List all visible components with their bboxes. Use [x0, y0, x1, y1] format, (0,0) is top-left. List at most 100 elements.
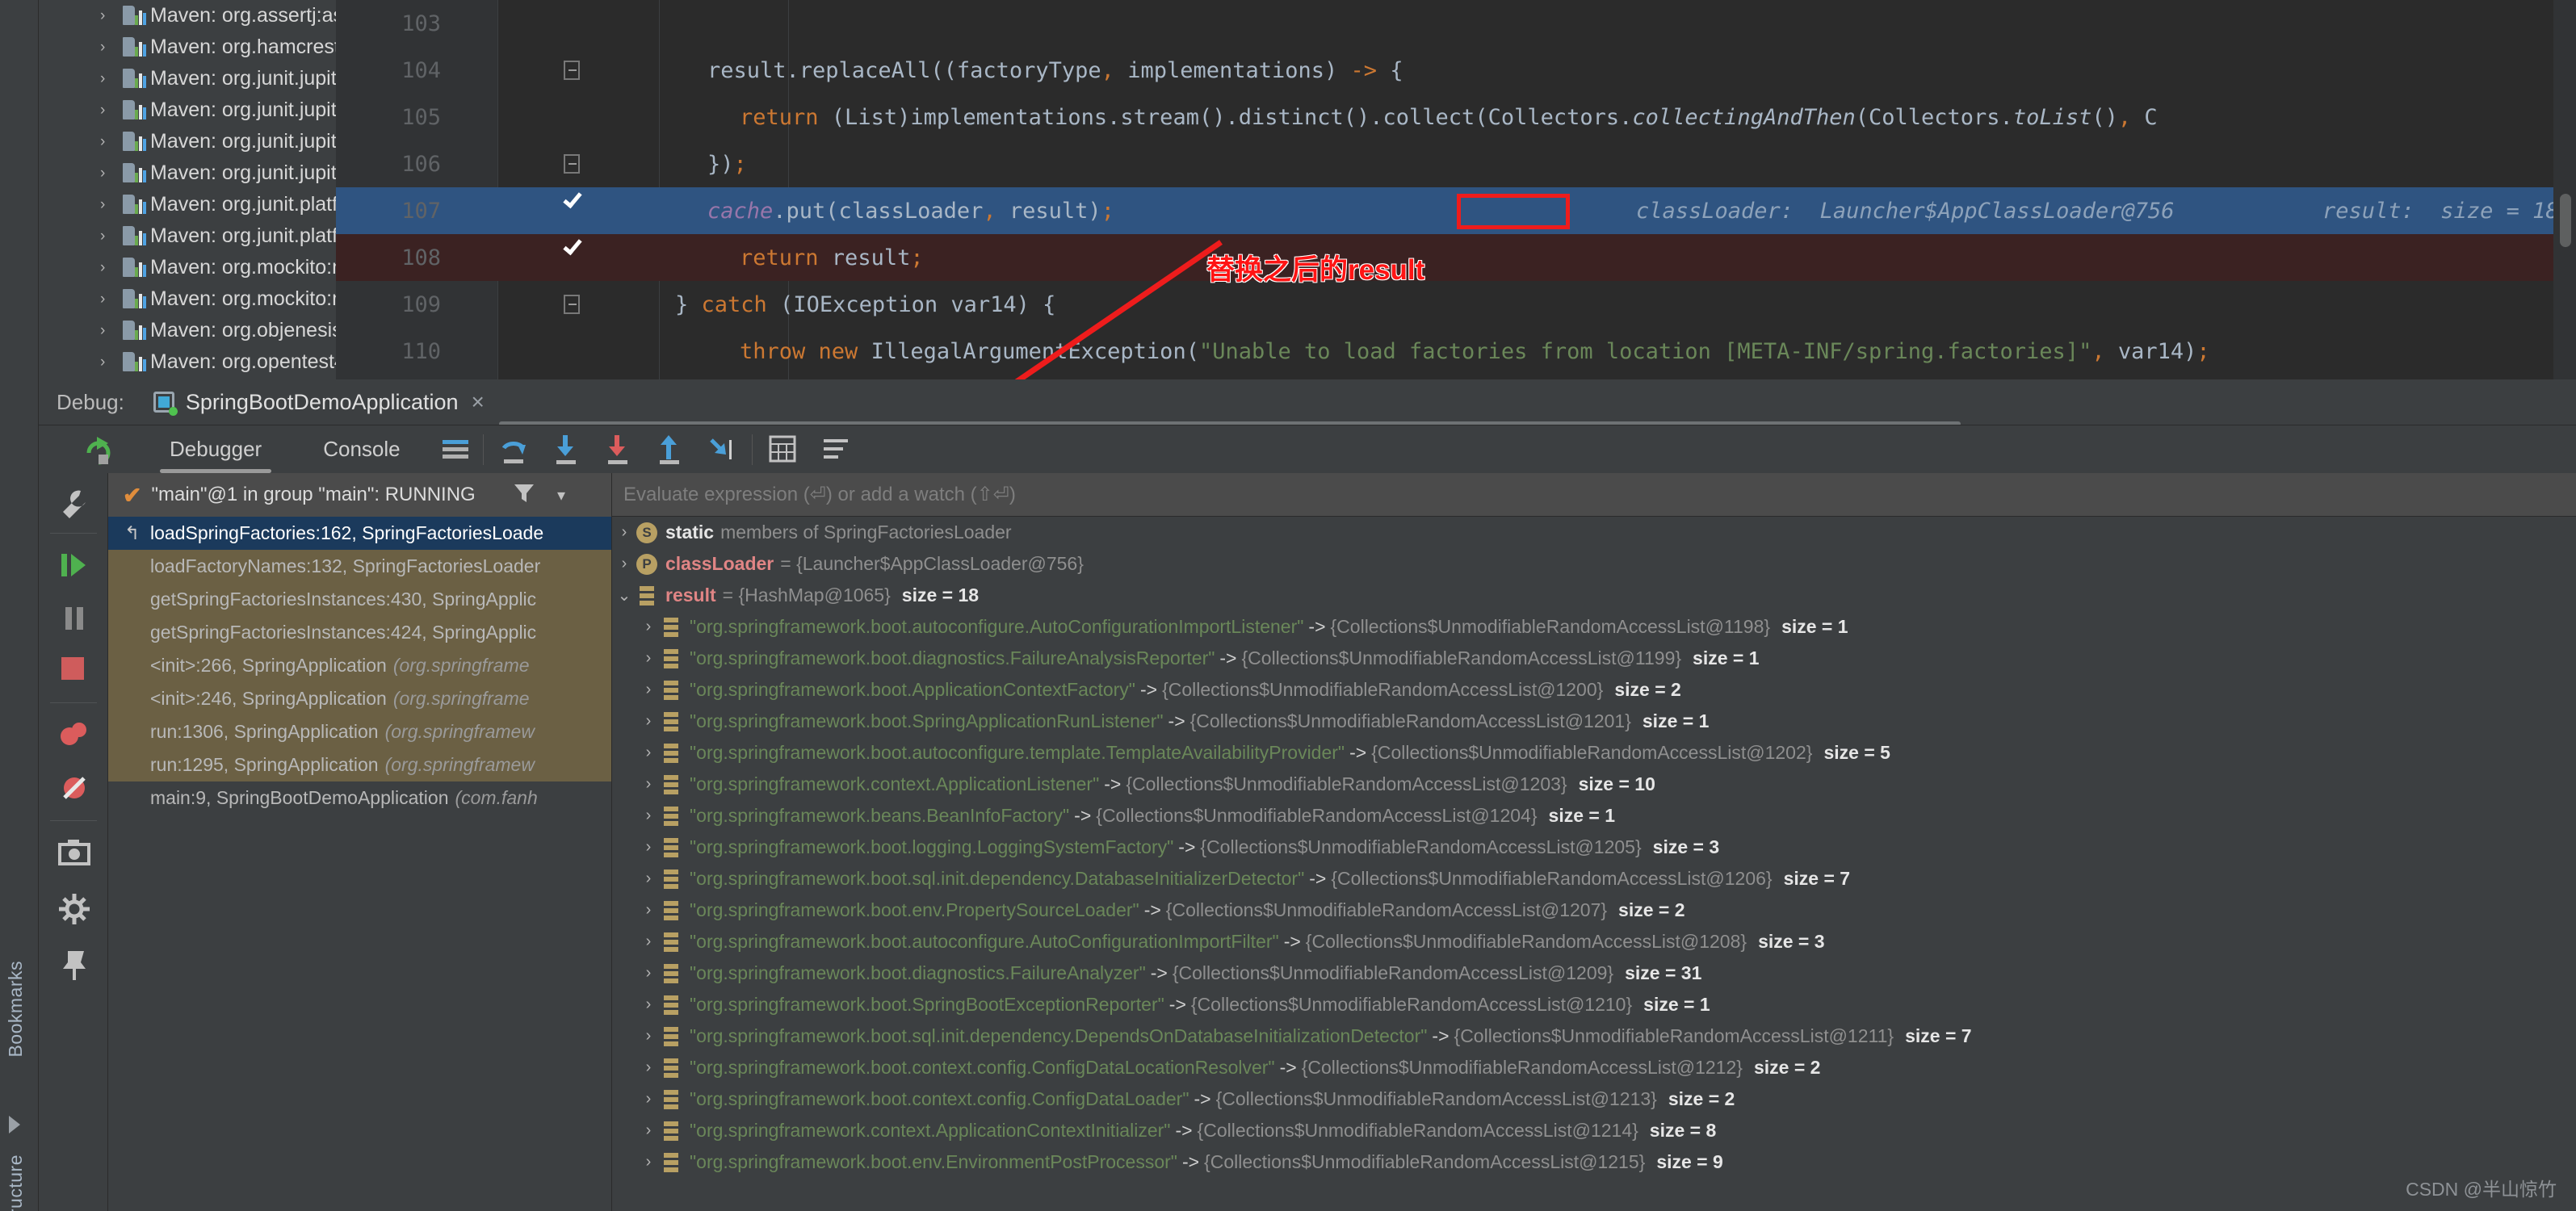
variable-row[interactable]: › PclassLoader = {Launcher$AppClassLoader@…	[612, 548, 2576, 580]
editor-scrollbar-thumb[interactable]	[2560, 194, 2571, 247]
tab-console[interactable]: Console	[318, 437, 405, 462]
debug-tool-window[interactable]: Debug: SpringBootDemoApplication × Debug…	[39, 379, 2576, 1211]
chevron-right-icon[interactable]: ›	[100, 323, 113, 338]
variable-row[interactable]: › Sstatic members of SpringFactoriesLoader	[612, 517, 2576, 548]
breakpoint-verified-icon[interactable]	[556, 188, 583, 224]
variable-row[interactable]: › "org.springframework.beans.BeanInfoFact…	[612, 800, 2576, 832]
code-line-107[interactable]: 107 cache.put(classLoader, result); clas…	[336, 187, 2576, 234]
code-editor[interactable]: 103 104 result.replaceAll((factoryType, …	[336, 0, 2576, 379]
code-line-103[interactable]: 103	[336, 0, 2576, 47]
chevron-right-icon[interactable]: ›	[100, 40, 113, 55]
chevron-down-icon[interactable]: ▾	[557, 485, 565, 505]
code-line-104[interactable]: 104 result.replaceAll((factoryType, impl…	[336, 47, 2576, 94]
chevron-right-icon[interactable]: ›	[100, 260, 113, 275]
sidebar-item-bookmarks[interactable]: Bookmarks	[5, 961, 27, 1058]
view-breakpoints-icon[interactable]	[57, 717, 92, 752]
tree-item[interactable]: › Maven: org.junit.jupiter:j	[39, 94, 336, 126]
chevron-right-icon[interactable]: ›	[100, 103, 113, 118]
frames-panel[interactable]: ✔ "main"@1 in group "main": RUNNING ▾ ↰ l…	[108, 473, 612, 1211]
fold-collapse-icon[interactable]	[564, 61, 580, 80]
camera-icon[interactable]	[57, 835, 92, 870]
pin-icon[interactable]	[57, 948, 92, 983]
frame-row[interactable]: getSpringFactoriesInstances:424, SpringA…	[108, 616, 611, 649]
expand-chevron-icon[interactable]: ›	[636, 838, 661, 857]
fold-collapse-icon[interactable]	[564, 295, 580, 314]
expand-chevron-icon[interactable]: ⌄	[612, 585, 636, 606]
code-line-108[interactable]: 108 return result;	[336, 234, 2576, 281]
variable-row[interactable]: › "org.springframework.boot.autoconfigure…	[612, 737, 2576, 769]
tree-item[interactable]: › Maven: org.mockito:moc	[39, 252, 336, 283]
drop-frame-icon[interactable]: ↰	[124, 522, 140, 544]
settings-gear-icon[interactable]	[57, 891, 92, 927]
pause-program-icon[interactable]	[57, 601, 92, 636]
variable-row[interactable]: › "org.springframework.boot.diagnostics.F…	[612, 643, 2576, 674]
chevron-right-icon[interactable]: ›	[100, 228, 113, 244]
expand-chevron-icon[interactable]: ›	[636, 995, 661, 1014]
frame-row[interactable]: <init>:246, SpringApplication (org.spring…	[108, 682, 611, 715]
expand-chevron-icon[interactable]: ›	[636, 964, 661, 983]
expand-chevron-icon[interactable]: ›	[636, 618, 661, 636]
tab-debugger[interactable]: Debugger	[159, 437, 272, 473]
run-to-cursor-icon[interactable]	[705, 434, 737, 466]
close-icon[interactable]: ×	[472, 389, 485, 415]
variable-row[interactable]: › "org.springframework.boot.env.PropertyS…	[612, 895, 2576, 926]
chevron-right-icon[interactable]: ›	[100, 134, 113, 149]
frame-row[interactable]: run:1306, SpringApplication (org.springfr…	[108, 715, 611, 748]
step-into-icon[interactable]	[550, 434, 582, 466]
expand-chevron-icon[interactable]: ›	[636, 775, 661, 794]
fold-collapse-icon[interactable]	[564, 154, 580, 174]
variable-row[interactable]: › "org.springframework.boot.env.Environme…	[612, 1146, 2576, 1178]
frame-row[interactable]: ↰ loadSpringFactories:162, SpringFactorie…	[108, 517, 611, 550]
chevron-right-icon[interactable]: ›	[100, 197, 113, 212]
step-out-icon[interactable]	[653, 434, 686, 466]
code-line-105[interactable]: 105 return (List)implementations.stream(…	[336, 94, 2576, 140]
sidebar-item-structure[interactable]: Structure	[5, 1154, 27, 1211]
expand-chevron-icon[interactable]: ›	[636, 681, 661, 699]
filter-icon[interactable]	[512, 481, 536, 509]
expand-chevron-icon[interactable]: ›	[636, 1027, 661, 1045]
variable-row[interactable]: › "org.springframework.context.Applicatio…	[612, 769, 2576, 800]
stop-icon[interactable]	[57, 652, 92, 688]
expand-chevron-icon[interactable]: ›	[612, 523, 636, 542]
tree-item[interactable]: › Maven: org.junit.jupiter:j	[39, 157, 336, 189]
frame-row[interactable]: getSpringFactoriesInstances:430, SpringA…	[108, 583, 611, 616]
code-line-106[interactable]: 106 });	[336, 140, 2576, 187]
tree-item[interactable]: › Maven: org.assertj:asser	[39, 0, 336, 31]
step-over-icon[interactable]	[498, 434, 531, 466]
variable-row[interactable]: › "org.springframework.boot.SpringBootExc…	[612, 989, 2576, 1020]
chevron-right-icon[interactable]: ›	[100, 354, 113, 370]
tree-item[interactable]: › Maven: org.junit.platform	[39, 189, 336, 220]
expand-chevron-icon[interactable]: ›	[636, 1153, 661, 1171]
expand-chevron-icon[interactable]: ›	[636, 807, 661, 825]
debug-side-icon-column[interactable]	[39, 473, 108, 1211]
thread-selector[interactable]: ✔ "main"@1 in group "main": RUNNING ▾	[108, 473, 611, 517]
evaluate-expression-bar[interactable]: Evaluate expression (⏎) or add a watch (…	[612, 473, 2576, 517]
chevron-right-icon[interactable]: ›	[100, 71, 113, 86]
variable-row[interactable]: › "org.springframework.boot.SpringApplica…	[612, 706, 2576, 737]
chevron-right-icon[interactable]: ›	[100, 291, 113, 307]
expand-chevron-icon[interactable]: ›	[636, 1121, 661, 1140]
chevron-right-icon[interactable]: ›	[100, 166, 113, 181]
variable-row[interactable]: › "org.springframework.boot.sql.init.depe…	[612, 863, 2576, 895]
layout-settings-icon[interactable]	[442, 437, 468, 462]
breakpoint-verified-icon[interactable]	[556, 235, 583, 271]
expand-chevron-icon[interactable]: ›	[636, 932, 661, 951]
variable-row[interactable]: › "org.springframework.boot.logging.Loggi…	[612, 832, 2576, 863]
settings-icon[interactable]	[820, 434, 853, 466]
expand-chevron-icon[interactable]: ›	[636, 869, 661, 888]
tree-item[interactable]: › Maven: org.junit.jupiter:j	[39, 126, 336, 157]
expand-chevron-icon[interactable]: ›	[636, 744, 661, 762]
variable-row[interactable]: › "org.springframework.boot.diagnostics.F…	[612, 957, 2576, 989]
tree-item[interactable]: › Maven: org.hamcrest:ha	[39, 31, 336, 63]
resume-program-icon[interactable]	[57, 547, 92, 583]
debug-toolbar[interactable]: Debugger Console	[39, 425, 2576, 473]
tree-item[interactable]: › Maven: org.junit.platform	[39, 220, 336, 252]
frame-row[interactable]: <init>:266, SpringApplication (org.spring…	[108, 649, 611, 682]
expand-chevron-icon[interactable]: ›	[636, 649, 661, 668]
variable-row[interactable]: ⌄ result = {HashMap@1065} size = 18	[612, 580, 2576, 611]
code-line-109[interactable]: 109 } catch (IOException var14) {	[336, 281, 2576, 328]
project-tree[interactable]: › Maven: org.assertj:asser › Maven: org.ham…	[39, 0, 336, 379]
run-config-tab[interactable]: SpringBootDemoApplication ×	[153, 379, 485, 425]
editor-error-stripe[interactable]	[2553, 0, 2576, 379]
bookmarks-arrow-icon[interactable]	[9, 1116, 20, 1133]
